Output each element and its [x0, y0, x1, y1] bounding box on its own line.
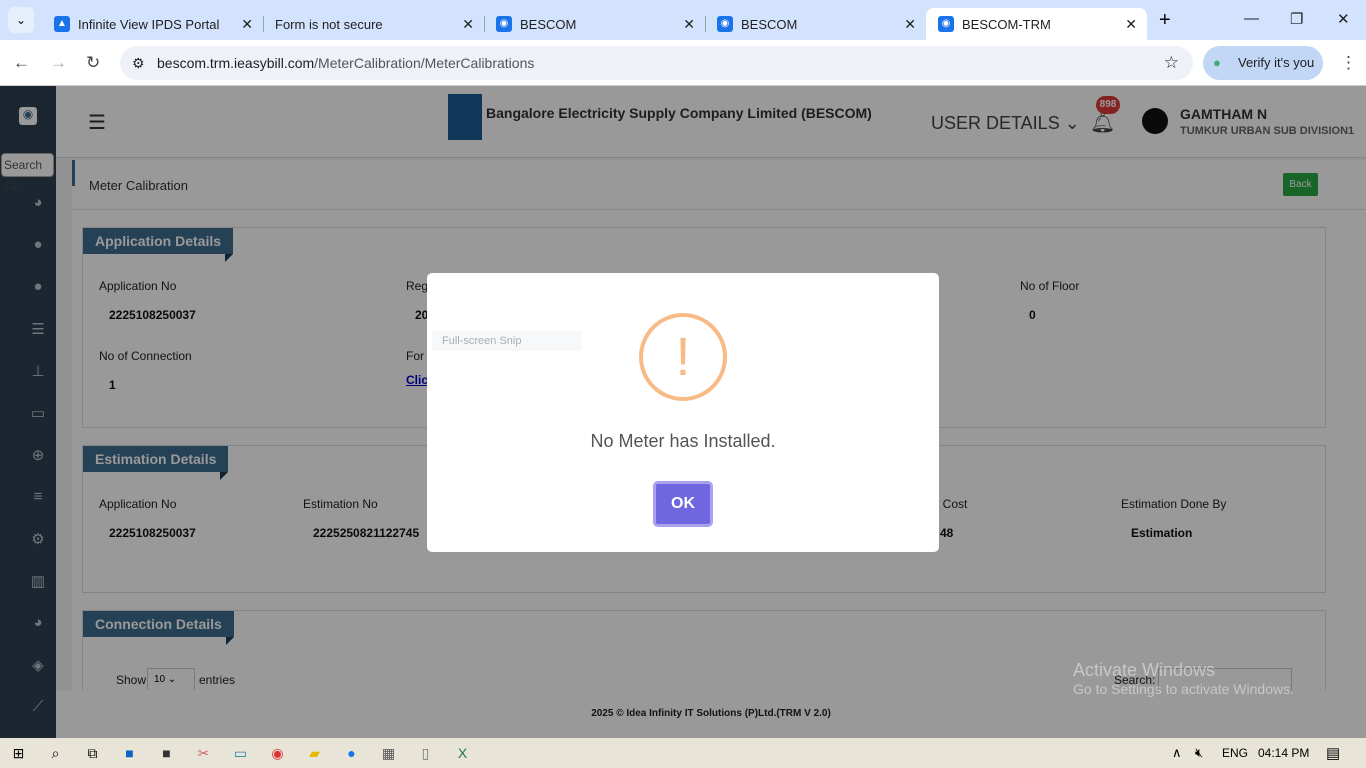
app-icon[interactable]: ● — [333, 745, 370, 761]
maximize-button[interactable]: ❐ — [1290, 10, 1303, 28]
chevron-up-icon[interactable]: ∧ — [1172, 745, 1182, 761]
outlook-icon[interactable]: ■ — [111, 745, 148, 761]
close-icon[interactable]: ✕ — [241, 16, 253, 33]
computer-icon[interactable]: ▭ — [222, 745, 259, 762]
language-indicator[interactable]: ENG — [1222, 746, 1248, 760]
tab-ipds[interactable]: ▲ Infinite View IPDS Portal ✕ — [42, 8, 263, 40]
ok-button[interactable]: OK — [653, 481, 713, 527]
back-icon[interactable]: ← — [13, 53, 30, 73]
tab-strip: ⌄ ▲ Infinite View IPDS Portal ✕ Form is no… — [0, 0, 1366, 40]
star-icon[interactable]: ☆ — [1164, 46, 1179, 80]
tab-label: BESCOM — [520, 16, 577, 32]
close-icon[interactable]: ✕ — [1125, 16, 1137, 33]
url-input[interactable]: ⚙ bescom.trm.ieasybill.com/MeterCalibrati… — [120, 46, 1193, 80]
chrome-icon[interactable]: ◉ — [259, 745, 296, 762]
taskbar: ⊞ ⌕ ⧉ ■ ■ ✂ ▭ ◉ ▰ ● ▦ ▯ X ∧ 🔇︎ ENG 04:14… — [0, 738, 1366, 768]
notifications-icon[interactable]: ▤ — [1326, 744, 1340, 762]
bescom-icon: ◉ — [717, 16, 733, 32]
tab-bescom-2[interactable]: ◉ BESCOM ✕ — [705, 8, 926, 40]
volume-muted-icon[interactable]: 🔇︎ — [1195, 745, 1203, 761]
profile-icon: ● — [1213, 55, 1221, 70]
tab-bescom-1[interactable]: ◉ BESCOM ✕ — [484, 8, 705, 40]
notepad-icon[interactable]: ▯ — [407, 745, 444, 762]
new-tab-button[interactable]: + — [1159, 9, 1171, 32]
tab-label: Form is not secure — [275, 16, 383, 32]
bescom-icon: ◉ — [496, 16, 512, 32]
tab-label: BESCOM-TRM — [962, 16, 1051, 32]
forward-icon[interactable]: → — [50, 53, 67, 73]
warning-icon: ! — [639, 313, 727, 401]
site-info-icon[interactable]: ⚙ — [132, 46, 145, 80]
watermark-line: Go to Settings to activate Windows. — [1073, 681, 1294, 697]
close-icon[interactable]: ✕ — [904, 16, 916, 33]
search-icon[interactable]: ⌕ — [37, 745, 74, 762]
verify-label: Verify it's you — [1238, 55, 1315, 70]
close-icon[interactable]: ✕ — [462, 16, 474, 33]
bescom-icon: ◉ — [938, 16, 954, 32]
menu-icon[interactable]: ⋮ — [1340, 53, 1357, 73]
url-path: /MeterCalibration/MeterCalibrations — [314, 55, 535, 71]
excel-icon[interactable]: X — [444, 745, 481, 761]
sticky-app-icon[interactable]: ■ — [148, 745, 185, 761]
tab-search-button[interactable]: ⌄ — [8, 7, 34, 33]
tab-label: Infinite View IPDS Portal — [78, 16, 220, 32]
close-icon[interactable]: ✕ — [683, 16, 695, 33]
calculator-icon[interactable]: ▦ — [370, 745, 407, 762]
snipping-icon[interactable]: ✂ — [185, 745, 222, 762]
alert-dialog: ! No Meter has Installed. OK — [427, 273, 939, 552]
close-window-button[interactable]: ✕ — [1337, 10, 1350, 28]
snip-tooltip: Full-screen Snip — [432, 331, 582, 351]
tab-bescom-trm[interactable]: ◉ BESCOM-TRM ✕ — [926, 8, 1147, 40]
activate-windows-watermark: Activate Windows Go to Settings to activa… — [1073, 660, 1294, 697]
windows-start-icon[interactable]: ⊞ — [0, 745, 37, 762]
tab-label: BESCOM — [741, 16, 798, 32]
tab-form[interactable]: Form is not secure ✕ — [263, 8, 484, 40]
address-bar-row: ← → ↻ ⚙ bescom.trm.ieasybill.com/MeterCal… — [0, 40, 1366, 86]
url-host: bescom.trm.ieasybill.com — [157, 55, 315, 71]
verify-button[interactable]: ● Verify it's you — [1203, 46, 1323, 80]
file-explorer-icon[interactable]: ▰ — [296, 745, 333, 762]
alert-message: No Meter has Installed. — [590, 431, 776, 451]
ipds-icon: ▲ — [54, 16, 70, 32]
reload-icon[interactable]: ↻ — [86, 53, 100, 73]
clock[interactable]: 04:14 PM — [1258, 746, 1309, 760]
watermark-line: Activate Windows — [1073, 660, 1216, 680]
task-view-icon[interactable]: ⧉ — [74, 745, 111, 762]
minimize-button[interactable]: — — [1244, 10, 1259, 27]
